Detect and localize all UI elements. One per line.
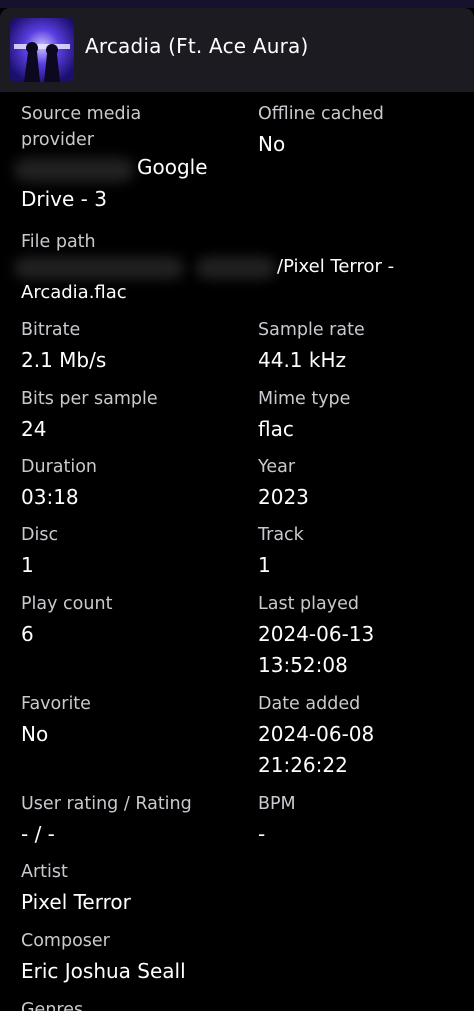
bitrate-value: 2.1 Mb/s — [21, 348, 107, 372]
sample-rate-value: 44.1 kHz — [258, 348, 347, 372]
mime-type-label: Mime type — [258, 389, 351, 409]
file-path-value-part1: /Pixel Terror - — [277, 256, 395, 277]
bpm-field: BPM - — [258, 791, 474, 850]
favorite-field: Favorite No — [21, 691, 251, 750]
composer-value: Eric Joshua Seall — [21, 959, 186, 983]
disc-value: 1 — [21, 553, 34, 577]
genres-label: Genres — [21, 1000, 84, 1011]
track-label: Track — [258, 525, 304, 545]
date-added-time: 21:26:22 — [258, 752, 348, 777]
bits-per-sample-field: Bits per sample 24 — [21, 386, 251, 445]
last-played-field: Last played 2024-06-13 13:52:08 — [258, 591, 474, 680]
redacted-path-segment-1 — [14, 257, 184, 279]
artist-value: Pixel Terror — [21, 890, 131, 914]
duration-label: Duration — [21, 457, 98, 477]
sample-rate-label: Sample rate — [258, 320, 365, 340]
source-provider-value-part1: Google — [137, 155, 208, 179]
composer-field: Composer Eric Joshua Seall — [21, 928, 461, 987]
play-count-value: 6 — [21, 622, 34, 646]
user-rating-label: User rating / Rating — [21, 794, 192, 814]
bits-per-sample-label: Bits per sample — [21, 389, 158, 409]
offline-cached-label: Offline cached — [258, 104, 384, 124]
artist-label: Artist — [21, 862, 68, 882]
sample-rate-field: Sample rate 44.1 kHz — [258, 317, 474, 376]
last-played-label: Last played — [258, 594, 359, 614]
album-cover-image — [10, 18, 74, 82]
year-label: Year — [258, 457, 296, 477]
redacted-path-segment-2 — [196, 257, 276, 279]
track-field: Track 1 — [258, 522, 474, 581]
mime-type-field: Mime type flac — [258, 386, 474, 445]
offline-cached-field: Offline cached No — [258, 101, 474, 160]
bitrate-field: Bitrate 2.1 Mb/s — [21, 317, 251, 376]
file-path-field: File path — [21, 229, 251, 255]
source-provider-field: Source media provider — [21, 101, 251, 153]
disc-label: Disc — [21, 525, 59, 545]
top-edge — [0, 0, 474, 8]
bpm-value: - — [258, 822, 266, 846]
bits-per-sample-value: 24 — [21, 417, 47, 441]
date-added-label: Date added — [258, 694, 361, 714]
duration-field: Duration 03:18 — [21, 454, 251, 513]
user-rating-value: - / - — [21, 822, 55, 846]
date-added-field: Date added 2024-06-08 21:26:22 — [258, 691, 474, 780]
play-count-field: Play count 6 — [21, 591, 251, 650]
user-rating-field: User rating / Rating - / - — [21, 791, 251, 850]
play-count-label: Play count — [21, 594, 113, 614]
source-provider-label-line2: provider — [21, 130, 94, 150]
artist-field: Artist Pixel Terror — [21, 859, 461, 918]
source-provider-value-part2: Drive - 3 — [21, 187, 107, 211]
track-title: Arcadia (Ft. Ace Aura) — [85, 34, 309, 58]
file-path-label: File path — [21, 232, 96, 252]
last-played-date: 2024-06-13 — [258, 622, 375, 646]
disc-field: Disc 1 — [21, 522, 251, 581]
offline-cached-value: No — [258, 132, 286, 156]
favorite-value: No — [21, 722, 49, 746]
sheet-header: Arcadia (Ft. Ace Aura) — [0, 8, 474, 92]
favorite-label: Favorite — [21, 694, 91, 714]
last-played-time: 13:52:08 — [258, 652, 348, 677]
track-value: 1 — [258, 553, 271, 577]
file-path-value-part2: Arcadia.flac — [21, 282, 127, 303]
bitrate-label: Bitrate — [21, 320, 81, 340]
duration-value: 03:18 — [21, 485, 79, 509]
year-value: 2023 — [258, 485, 309, 509]
bpm-label: BPM — [258, 794, 296, 814]
year-field: Year 2023 — [258, 454, 474, 513]
genres-field: Genres — [21, 997, 251, 1011]
date-added-date: 2024-06-08 — [258, 722, 375, 746]
redacted-provider-text — [14, 158, 134, 182]
source-provider-label-line1: Source media — [21, 104, 142, 124]
composer-label: Composer — [21, 931, 110, 951]
mime-type-value: flac — [258, 417, 294, 441]
track-info-sheet: Arcadia (Ft. Ace Aura) Source media prov… — [0, 0, 474, 1011]
